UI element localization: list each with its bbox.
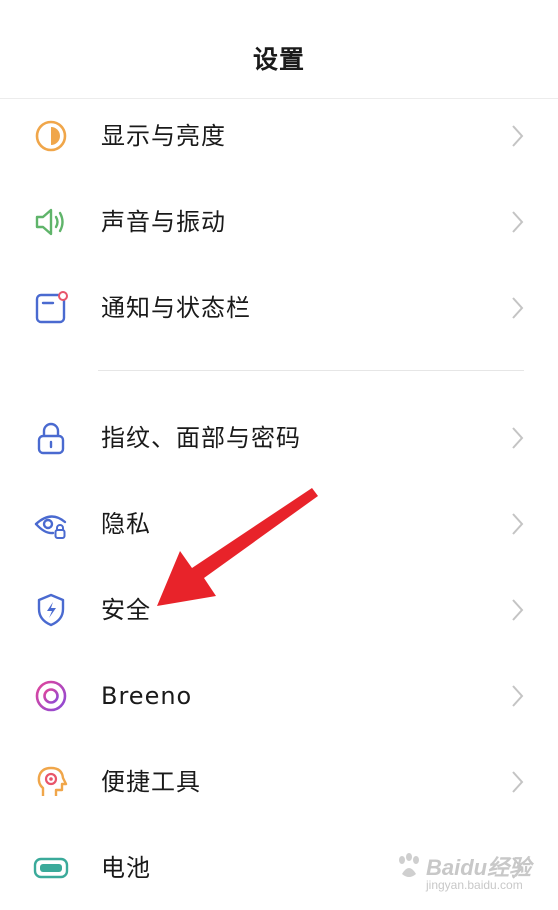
settings-item-security[interactable]: 安全 [0, 570, 558, 650]
brightness-icon [35, 120, 67, 152]
chevron-right-icon [512, 771, 524, 793]
settings-item-label: 隐私 [101, 510, 151, 538]
settings-item-label: Breeno [101, 682, 193, 710]
battery-icon [33, 857, 69, 879]
settings-item-breeno[interactable]: Breeno [0, 656, 558, 736]
breeno-icon [35, 680, 67, 712]
settings-item-display-brightness[interactable]: 显示与亮度 [0, 96, 558, 176]
privacy-eye-icon [34, 515, 67, 539]
chevron-right-icon [512, 427, 524, 449]
chevron-right-icon [512, 125, 524, 147]
chevron-right-icon [512, 297, 524, 319]
page-title: 设置 [252, 45, 305, 74]
settings-item-label: 通知与状态栏 [101, 294, 251, 322]
chevron-right-icon [512, 599, 524, 621]
settings-item-privacy[interactable]: 隐私 [0, 484, 558, 564]
settings-item-label: 安全 [101, 596, 151, 624]
header: 设置 [0, 0, 558, 99]
settings-item-fingerprint-face-password[interactable]: 指纹、面部与密码 [0, 398, 558, 478]
settings-item-label: 声音与振动 [101, 208, 226, 236]
notification-icon [35, 291, 68, 324]
lock-icon [37, 422, 65, 455]
chevron-right-icon [512, 211, 524, 233]
settings-item-shortcut-tools[interactable]: 便捷工具 [0, 742, 558, 822]
chevron-right-icon [512, 685, 524, 707]
section-divider [98, 370, 524, 371]
watermark-url: jingyan.baidu.com [426, 878, 523, 892]
speaker-icon [35, 208, 64, 236]
chevron-right-icon [512, 513, 524, 535]
settings-item-sound-vibration[interactable]: 声音与振动 [0, 182, 558, 262]
settings-item-label: 显示与亮度 [101, 122, 226, 150]
shield-icon [37, 593, 65, 627]
paw-icon [399, 853, 419, 877]
shortcut-tools-icon [37, 766, 68, 796]
settings-item-notification-statusbar[interactable]: 通知与状态栏 [0, 268, 558, 348]
watermark: Baidu经验 jingyan.baidu.com [390, 850, 550, 896]
settings-item-label: 电池 [101, 854, 151, 882]
settings-item-label: 便捷工具 [101, 768, 201, 796]
settings-item-label: 指纹、面部与密码 [101, 424, 301, 452]
